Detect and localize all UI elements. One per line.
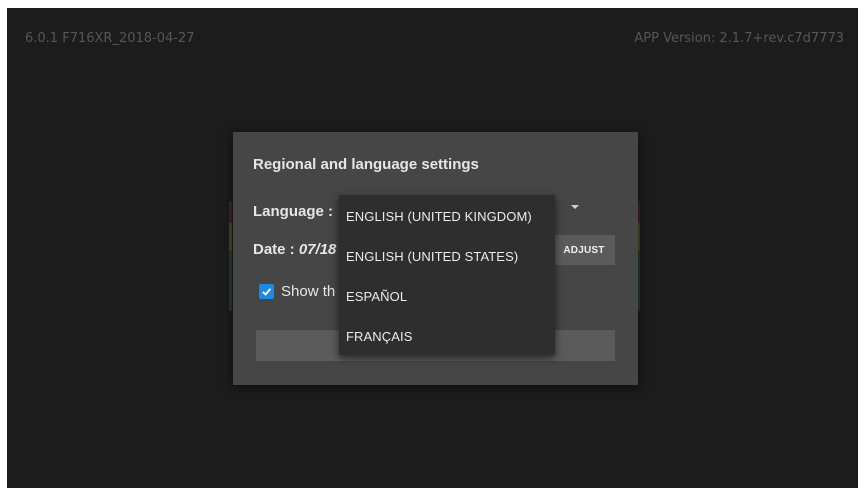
language-dropdown-menu: ENGLISH (UNITED KINGDOM) ENGLISH (UNITED… xyxy=(339,195,555,355)
show-checkbox[interactable] xyxy=(259,284,274,299)
language-label: Language : xyxy=(253,203,334,220)
menu-item-english-us[interactable]: ENGLISH (UNITED STATES) xyxy=(339,236,555,276)
app-version: APP Version: 2.1.7+rev.c7d7773 xyxy=(634,31,844,46)
date-prefix: Date : xyxy=(253,241,299,258)
background-content-hint xyxy=(229,201,232,311)
check-icon xyxy=(262,288,272,296)
date-label: Date : 07/18 xyxy=(253,241,336,258)
date-value: 07/18 xyxy=(298,241,337,258)
menu-item-espanol[interactable]: ESPAÑOL xyxy=(339,276,555,316)
dialog-title: Regional and language settings xyxy=(253,156,479,173)
chevron-down-icon[interactable] xyxy=(571,205,579,209)
adjust-button[interactable]: ADJUST xyxy=(553,235,615,265)
menu-item-english-uk[interactable]: ENGLISH (UNITED KINGDOM) xyxy=(339,196,555,236)
checkbox-label: Show th xyxy=(281,283,336,300)
firmware-version: 6.0.1 F716XR_2018-04-27 xyxy=(25,31,195,46)
menu-item-francais[interactable]: FRANÇAIS xyxy=(339,316,555,356)
